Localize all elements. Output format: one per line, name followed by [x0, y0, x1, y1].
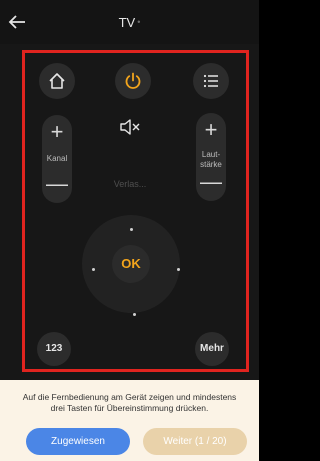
volume-down-button[interactable]: — [196, 171, 226, 193]
page-title: TV • [0, 15, 259, 30]
volume-up-button[interactable]: + [196, 119, 226, 141]
menu-button[interactable] [193, 63, 229, 99]
assigned-button[interactable]: Zugewiesen [26, 428, 130, 455]
top-bar: TV • [0, 0, 259, 44]
menu-list-icon [203, 74, 218, 88]
volume-label-line1: Laut- [201, 150, 221, 159]
next-button[interactable]: Weiter (1 / 20) [143, 428, 247, 455]
channel-up-button[interactable]: + [42, 121, 72, 143]
channel-down-button[interactable]: — [42, 173, 72, 195]
title-indicator: • [137, 17, 141, 27]
more-button[interactable]: Mehr [195, 332, 229, 366]
mute-icon[interactable] [119, 117, 141, 137]
instruction-text: Auf die Fernbedienung am Gerät zeigen un… [6, 392, 253, 414]
dpad-up-button[interactable] [130, 228, 133, 231]
ok-button[interactable]: OK [112, 245, 150, 283]
dpad-left-button[interactable] [92, 268, 95, 271]
channel-label: Kanal [46, 154, 68, 163]
instruction-line-2: drei Tasten für Übereinstimmung drücken. [50, 403, 209, 413]
instruction-line-1: Auf die Fernbedienung am Gerät zeigen un… [22, 392, 237, 402]
faded-button-label[interactable]: Verlas... [105, 179, 155, 189]
numeric-keypad-button[interactable]: 123 [37, 332, 71, 366]
page-title-text: TV [118, 15, 136, 30]
dpad-right-button[interactable] [177, 268, 180, 271]
power-icon [125, 72, 141, 89]
home-button[interactable] [39, 63, 75, 99]
volume-label-line2: stärke [200, 160, 222, 169]
dpad-down-button[interactable] [133, 313, 136, 316]
home-icon [49, 73, 65, 89]
volume-label: Laut- stärke [186, 150, 236, 170]
power-button[interactable] [115, 63, 151, 99]
